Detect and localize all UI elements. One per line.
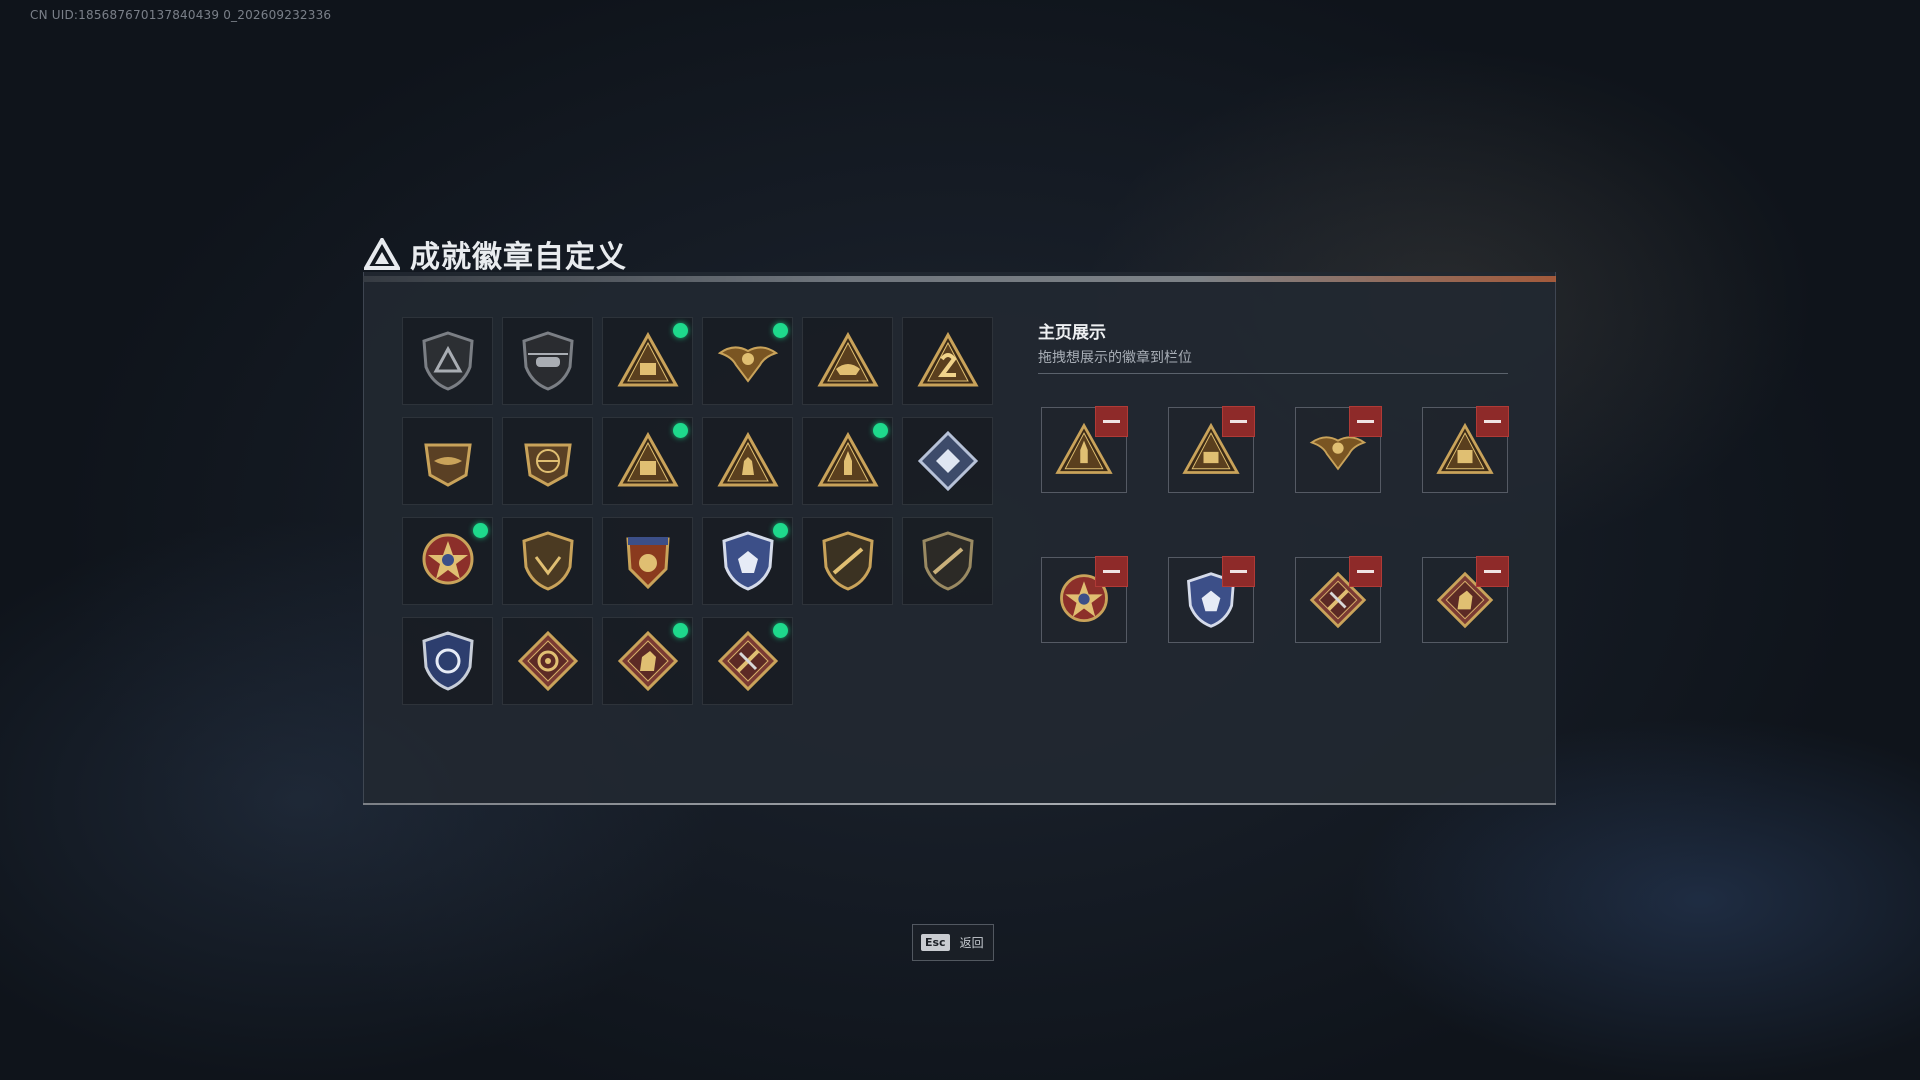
page-title: 成就徽章自定义 — [410, 240, 627, 275]
shield-eagle-badge-icon — [521, 531, 574, 591]
triangle-soldier-badge-icon — [716, 431, 779, 487]
blue-shield-swirl-badge-icon — [421, 631, 474, 691]
back-button[interactable]: Esc 返回 — [912, 924, 994, 961]
esc-key-hint: Esc — [921, 934, 950, 951]
new-indicator-dot — [773, 523, 788, 538]
triangle-boat-badge-icon — [816, 331, 879, 387]
badge-cell[interactable] — [502, 417, 593, 505]
minus-icon — [1230, 420, 1247, 423]
page-header: 成就徽章自定义 — [364, 232, 627, 276]
display-subheading: 拖拽想展示的徽章到栏位 — [1038, 350, 1192, 366]
badge-cell[interactable] — [902, 417, 993, 505]
display-slot-grid — [1041, 406, 1509, 643]
badge-cell[interactable] — [402, 317, 493, 405]
badge-cell[interactable] — [602, 417, 693, 505]
diamond-wheel-badge-icon — [517, 630, 578, 692]
diamond-horse-badge-icon — [617, 630, 678, 692]
badge-cell[interactable] — [902, 517, 993, 605]
badge-collection-grid — [402, 317, 993, 705]
remove-badge-button[interactable] — [1476, 556, 1509, 587]
minus-icon — [1484, 570, 1501, 573]
minus-icon — [1357, 570, 1374, 573]
remove-badge-button[interactable] — [1476, 406, 1509, 437]
new-indicator-dot — [773, 623, 788, 638]
crocodile-emblem-badge-icon — [423, 443, 472, 487]
badge-cell[interactable] — [502, 517, 593, 605]
display-header: 主页展示 拖拽想展示的徽章到栏位 — [1038, 318, 1192, 367]
back-label: 返回 — [959, 936, 984, 950]
badge-cell[interactable] — [702, 517, 793, 605]
blue-shield-badge-icon — [721, 531, 774, 591]
remove-badge-button[interactable] — [1222, 406, 1255, 437]
display-slot[interactable] — [1295, 406, 1382, 493]
remove-badge-button[interactable] — [1095, 406, 1128, 437]
triangle-rocket-badge-icon — [816, 431, 879, 487]
new-indicator-dot — [673, 423, 688, 438]
badge-cell[interactable] — [702, 417, 793, 505]
helicopter-badge-icon — [521, 331, 574, 391]
globe-emblem-badge-icon — [523, 443, 572, 487]
display-divider — [1038, 373, 1508, 374]
new-indicator-dot — [873, 423, 888, 438]
diamond-crystal-badge-icon — [917, 430, 978, 492]
display-slot[interactable] — [1168, 406, 1255, 493]
panel-top-bar — [363, 276, 1556, 282]
display-heading: 主页展示 — [1038, 323, 1106, 343]
eagle-badge-icon — [717, 346, 778, 383]
minus-icon — [1484, 420, 1501, 423]
display-slot[interactable] — [1422, 556, 1509, 643]
display-slot[interactable] — [1041, 556, 1128, 643]
minus-icon — [1230, 570, 1247, 573]
crest-medal-badge-icon — [625, 537, 670, 590]
triangle-logo-icon — [364, 238, 400, 270]
shield-rifle-badge-icon — [821, 531, 874, 591]
remove-badge-button[interactable] — [1349, 556, 1382, 587]
badge-cell[interactable] — [402, 517, 493, 605]
remove-badge-button[interactable] — [1095, 556, 1128, 587]
badge-cell[interactable] — [402, 617, 493, 705]
shield-triangle-badge-icon — [421, 331, 474, 391]
diamond-tools-badge-icon — [717, 630, 778, 692]
minus-icon — [1357, 420, 1374, 423]
new-indicator-dot — [673, 623, 688, 638]
display-slot[interactable] — [1168, 556, 1255, 643]
uid-text: CN UID:185687670137840439 0_202609232336 — [30, 8, 332, 22]
new-indicator-dot — [473, 523, 488, 538]
badge-cell[interactable] — [802, 317, 893, 405]
new-indicator-dot — [673, 323, 688, 338]
remove-badge-button[interactable] — [1349, 406, 1382, 437]
badge-cell[interactable] — [602, 317, 693, 405]
badge-cell[interactable] — [402, 417, 493, 505]
minus-icon — [1103, 570, 1120, 573]
badge-cell[interactable] — [802, 517, 893, 605]
display-slot[interactable] — [1295, 556, 1382, 643]
triangle-number-2-badge-icon — [916, 331, 979, 387]
badge-cell[interactable] — [902, 317, 993, 405]
triangle-sb-badge-icon — [616, 331, 679, 387]
remove-badge-button[interactable] — [1222, 556, 1255, 587]
badge-cell[interactable] — [702, 317, 793, 405]
shield-rifle-dark-badge-icon — [921, 531, 974, 591]
badge-cell[interactable] — [702, 617, 793, 705]
display-slot[interactable] — [1422, 406, 1509, 493]
triangle-supply-badge-icon — [616, 431, 679, 487]
display-slot[interactable] — [1041, 406, 1128, 493]
star-medal-badge-icon — [422, 533, 473, 585]
badge-cell[interactable] — [602, 617, 693, 705]
new-indicator-dot — [773, 323, 788, 338]
badge-cell[interactable] — [502, 617, 593, 705]
badge-cell[interactable] — [602, 517, 693, 605]
panel-bottom-line — [363, 803, 1556, 805]
badge-cell[interactable] — [502, 317, 593, 405]
badge-cell[interactable] — [802, 417, 893, 505]
minus-icon — [1103, 420, 1120, 423]
